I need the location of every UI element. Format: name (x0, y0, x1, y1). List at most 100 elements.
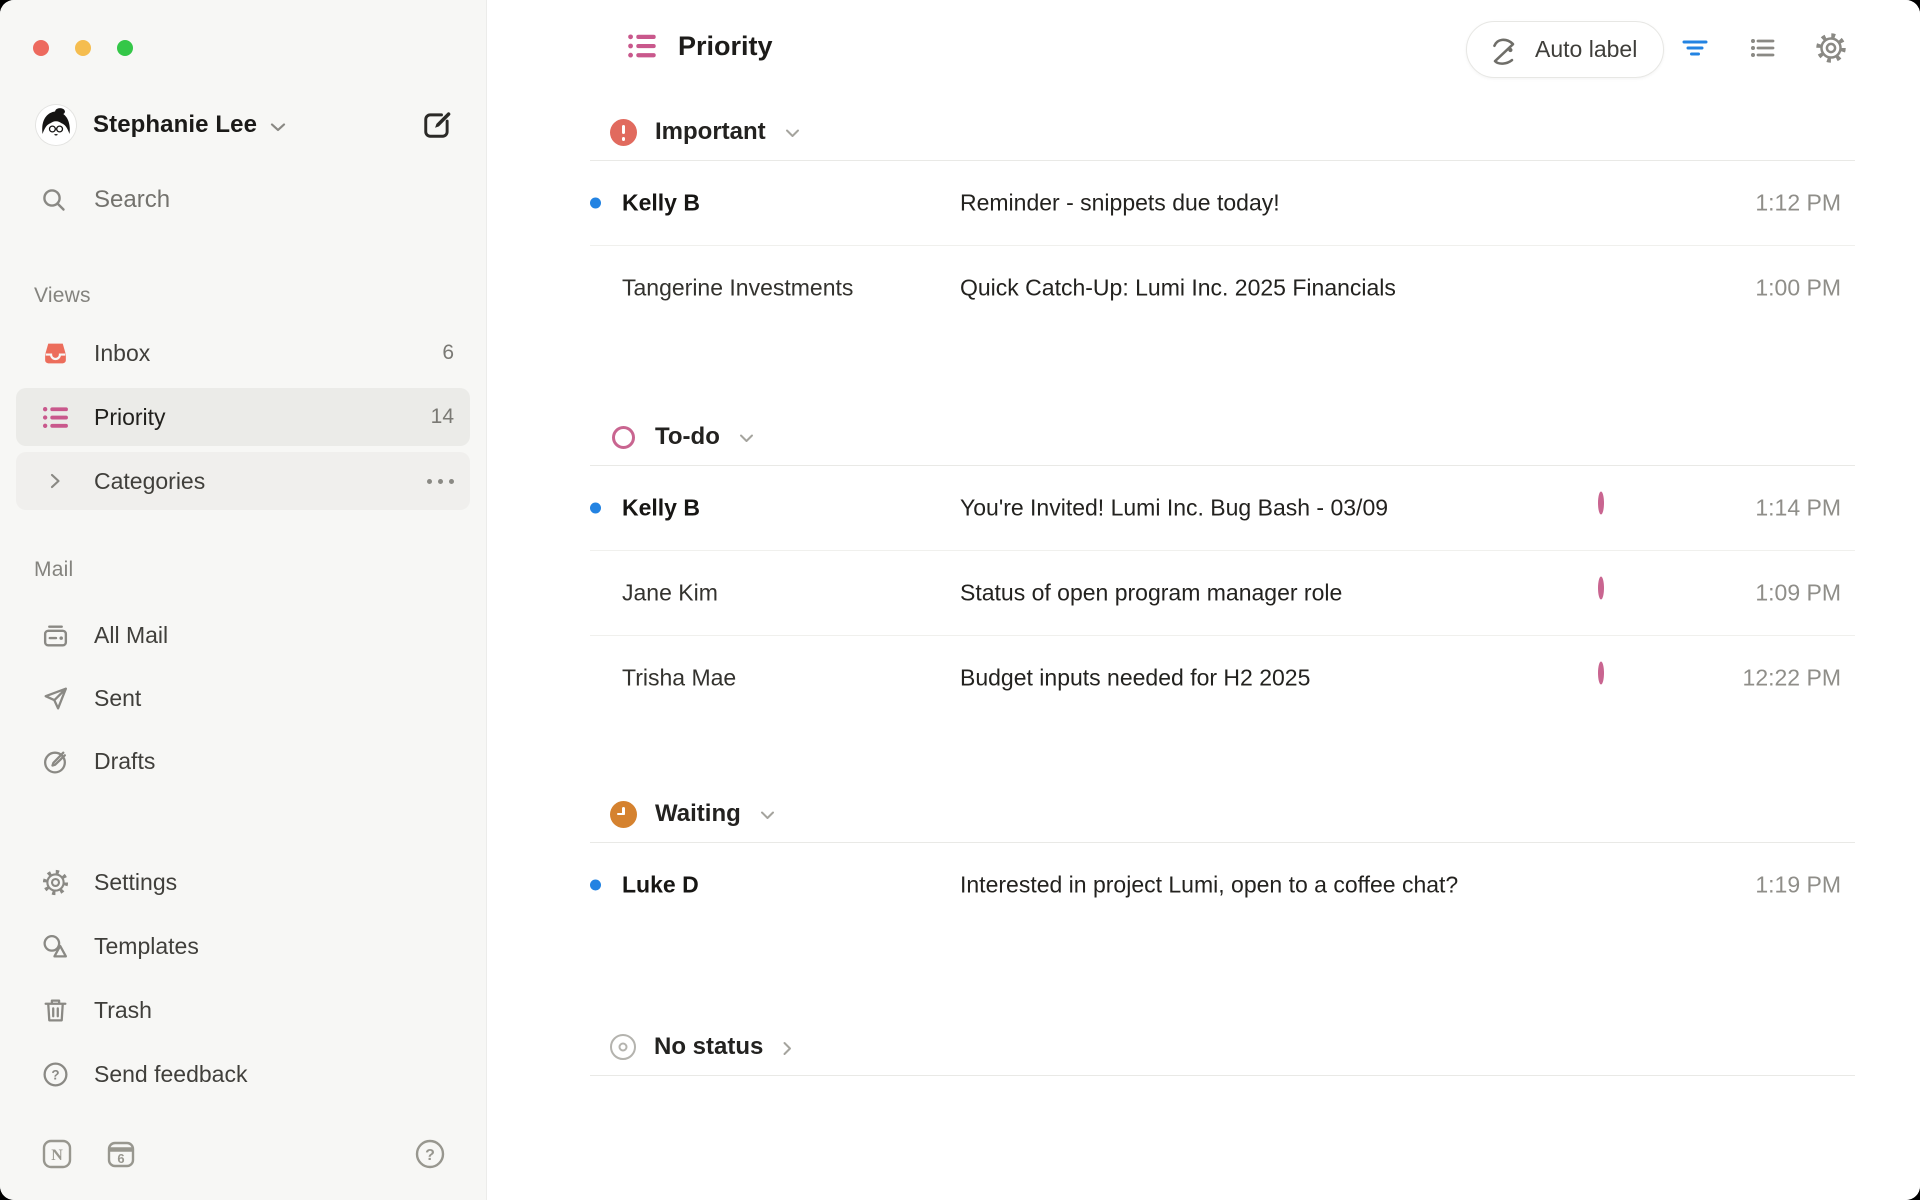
search-label: Search (94, 186, 170, 214)
calendar-icon[interactable]: 6 (106, 1139, 136, 1169)
important-status-icon (610, 119, 637, 146)
chevron-down-icon[interactable] (759, 809, 776, 822)
sidebar-item-priority[interactable]: Priority 14 (16, 388, 470, 446)
trash-icon (40, 996, 70, 1025)
chevron-down-icon[interactable] (784, 127, 801, 140)
user-name: Stephanie Lee (93, 111, 257, 139)
important-badge[interactable] (1596, 190, 1623, 217)
chevron-right-icon[interactable] (40, 471, 70, 491)
zoom-window-button[interactable] (117, 40, 133, 56)
group-waiting: Waiting Luke D Interested in project Lum… (590, 786, 1855, 927)
svg-text:?: ? (51, 1067, 59, 1082)
sidebar-item-trash[interactable]: Trash (16, 981, 470, 1039)
account-switcher[interactable]: Stephanie Lee (36, 103, 456, 147)
email-row[interactable]: Trisha Mae Budget inputs needed for H2 2… (590, 635, 1855, 720)
todo-badge[interactable] (1596, 495, 1623, 522)
mail-app-window: Stephanie Lee Search Views (0, 0, 1920, 1200)
list-view-icon[interactable] (1746, 31, 1780, 65)
sidebar-item-label: Drafts (94, 748, 155, 775)
auto-label-button[interactable]: Auto label (1466, 21, 1664, 78)
priority-icon (626, 30, 658, 62)
filter-icon[interactable] (1678, 31, 1712, 65)
minimize-window-button[interactable] (75, 40, 91, 56)
chevron-down-icon[interactable] (738, 432, 755, 445)
sidebar-item-label: Trash (94, 997, 152, 1024)
sidebar-item-label: All Mail (94, 622, 168, 649)
sidebar: Stephanie Lee Search Views (0, 0, 487, 1200)
todo-badge[interactable] (1596, 580, 1623, 607)
inbox-icon (40, 339, 70, 368)
no-status-icon (610, 1034, 636, 1060)
email-sender: Luke D (622, 872, 699, 899)
email-row[interactable]: Tangerine Investments Quick Catch-Up: Lu… (590, 245, 1855, 330)
sidebar-item-settings[interactable]: Settings (16, 853, 470, 911)
email-time: 12:22 PM (1743, 665, 1841, 692)
notion-logo-icon[interactable]: N (42, 1139, 72, 1169)
email-row[interactable]: Kelly B You're Invited! Lumi Inc. Bug Ba… (590, 466, 1855, 550)
search-button[interactable]: Search (40, 186, 170, 214)
svg-text:N: N (51, 1147, 63, 1164)
email-time: 1:19 PM (1755, 872, 1841, 899)
email-sender: Kelly B (622, 190, 700, 217)
waiting-badge[interactable] (1596, 872, 1623, 899)
sidebar-item-all-mail[interactable]: All Mail (16, 606, 470, 664)
email-subject: Budget inputs needed for H2 2025 (960, 665, 1310, 692)
sidebar-item-label: Send feedback (94, 1061, 247, 1088)
email-time: 1:12 PM (1755, 190, 1841, 217)
todo-status-icon (612, 426, 635, 449)
sidebar-item-send-feedback[interactable]: ? Send feedback (16, 1045, 470, 1103)
gear-icon (40, 868, 70, 897)
page-title: Priority (678, 31, 773, 62)
group-name: To-do (655, 423, 720, 451)
sidebar-item-label: Inbox (94, 340, 150, 367)
chevron-down-icon (269, 120, 287, 134)
email-row[interactable]: Luke D Interested in project Lumi, open … (590, 843, 1855, 927)
sidebar-item-drafts[interactable]: Drafts (16, 732, 470, 790)
main-header: Priority Auto label (487, 0, 1920, 98)
draft-icon (40, 747, 70, 776)
group-header-todo[interactable]: To-do (590, 409, 1855, 466)
svg-text:6: 6 (117, 1151, 124, 1166)
chevron-right-icon[interactable] (781, 1040, 794, 1057)
sidebar-footer: N 6 ? (42, 1138, 446, 1170)
help-circle-icon[interactable]: ? (414, 1138, 446, 1170)
email-subject: You're Invited! Lumi Inc. Bug Bash - 03/… (960, 495, 1388, 522)
email-list-pane: Priority Auto label (487, 0, 1920, 1200)
unread-dot (590, 880, 601, 891)
compose-button[interactable] (418, 106, 456, 144)
email-sender: Tangerine Investments (622, 275, 853, 302)
more-icon[interactable] (427, 479, 454, 484)
sidebar-item-categories[interactable]: Categories (16, 452, 470, 510)
sidebar-item-label: Categories (94, 468, 205, 495)
email-row[interactable]: Jane Kim Status of open program manager … (590, 550, 1855, 635)
email-subject: Interested in project Lumi, open to a co… (960, 872, 1458, 899)
priority-count: 14 (431, 405, 454, 429)
help-icon: ? (40, 1060, 70, 1089)
email-time: 1:09 PM (1755, 580, 1841, 607)
email-subject: Quick Catch-Up: Lumi Inc. 2025 Financial… (960, 275, 1396, 302)
sidebar-item-templates[interactable]: Templates (16, 917, 470, 975)
sidebar-item-sent[interactable]: Sent (16, 669, 470, 727)
email-sender: Trisha Mae (622, 665, 736, 692)
settings-gear-icon[interactable] (1814, 31, 1848, 65)
close-window-button[interactable] (33, 40, 49, 56)
group-header-waiting[interactable]: Waiting (590, 786, 1855, 843)
group-header-no-status[interactable]: No status (590, 1019, 1855, 1076)
svg-text:?: ? (425, 1147, 435, 1164)
sidebar-item-inbox[interactable]: Inbox 6 (16, 324, 470, 382)
todo-badge[interactable] (1596, 665, 1623, 692)
views-section-label: Views (34, 284, 91, 308)
email-row[interactable]: Kelly B Reminder - snippets due today! 1… (590, 161, 1855, 245)
sidebar-item-label: Templates (94, 933, 199, 960)
waiting-status-icon (610, 801, 637, 828)
search-icon (40, 186, 68, 214)
important-badge[interactable] (1596, 275, 1623, 302)
send-icon (40, 684, 70, 713)
avatar (36, 105, 76, 145)
email-subject: Status of open program manager role (960, 580, 1342, 607)
sidebar-item-label: Settings (94, 869, 177, 896)
group-header-important[interactable]: Important (590, 104, 1855, 161)
group-no-status: No status (590, 1019, 1855, 1076)
view-title: Priority (626, 30, 773, 62)
mail-section-label: Mail (34, 558, 73, 582)
